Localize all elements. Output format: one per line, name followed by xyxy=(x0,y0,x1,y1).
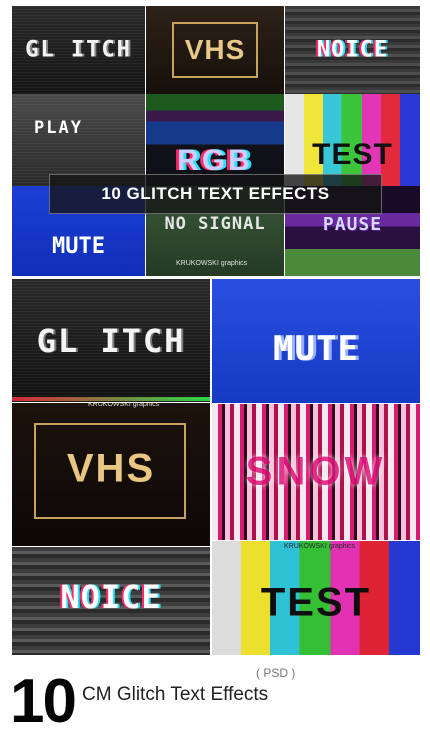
test-text: TEST xyxy=(312,138,393,171)
glitch-large-text: GL ITCH xyxy=(36,321,186,360)
vhs-large-text: VHS xyxy=(66,446,156,491)
tile-glitch-large: GL ITCH xyxy=(12,279,210,402)
watermark-text: KRUKOWSKI graphics xyxy=(88,403,160,408)
tile-glitch: GL ITCH xyxy=(12,6,145,94)
mute-large-text: MUTE xyxy=(273,329,359,369)
vhs-text: VHS xyxy=(184,34,246,65)
glitch-text: GL ITCH xyxy=(25,37,132,63)
watermark-text: KRUKOWSKI graphics xyxy=(176,260,248,267)
tile-vhs: VHS xyxy=(146,6,284,94)
rgb-stripe xyxy=(12,397,210,401)
watermark-text: KRUKOWSKI graphics xyxy=(284,543,356,550)
tile-play: PLAY xyxy=(12,94,145,186)
noice-large-text: NOICE xyxy=(60,578,162,616)
tile-noice: NOICE xyxy=(285,6,420,94)
tile-rgb: RGB xyxy=(146,94,284,186)
mute-text: MUTE xyxy=(52,234,105,259)
tile-snow-large: SNOW xyxy=(212,404,420,540)
product-title: CM Glitch Text Effects xyxy=(82,684,269,705)
tile-noice-large: NOICE xyxy=(12,547,210,655)
no-signal-text: NO SIGNAL xyxy=(164,214,266,234)
noice-text: NOICE xyxy=(316,37,389,63)
footer-number: 10 xyxy=(10,667,77,736)
tile-mute-large: MUTE xyxy=(212,279,420,403)
test-large-text: TEST xyxy=(260,580,372,625)
rgb-text: RGB xyxy=(177,144,253,177)
tile-test-large: KRUKOWSKI graphics TEST xyxy=(212,541,420,655)
title-banner: 10 GLITCH TEXT EFFECTS xyxy=(49,174,382,214)
tile-vhs-large: KRUKOWSKI graphics VHS xyxy=(12,403,210,546)
format-tag: ( PSD ) xyxy=(256,666,296,680)
tile-test: TEST xyxy=(285,94,420,186)
pause-text: PAUSE xyxy=(322,214,383,235)
snow-large-text: SNOW xyxy=(245,449,387,494)
play-text: PLAY xyxy=(34,118,83,138)
